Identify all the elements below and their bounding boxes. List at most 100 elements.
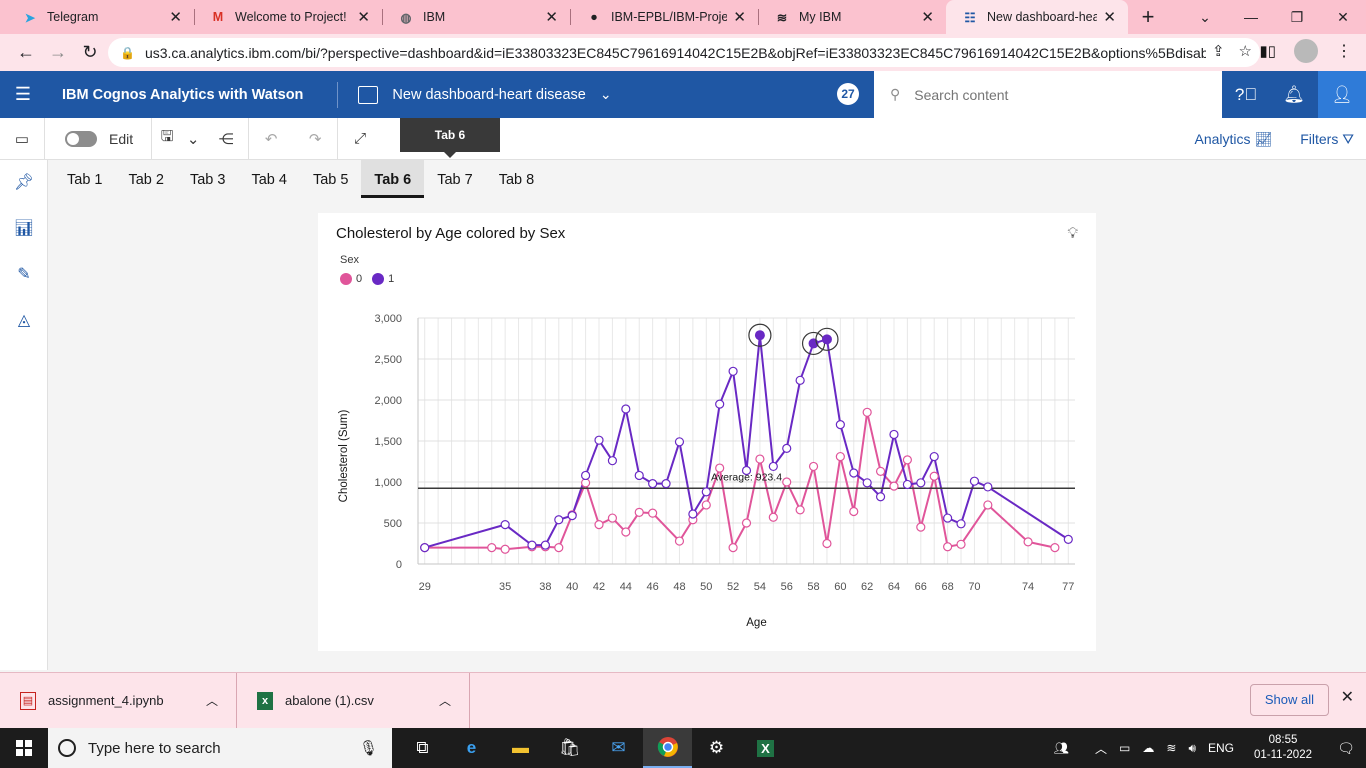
comment-icon[interactable]: ▭ <box>0 130 44 148</box>
back-button[interactable]: ← <box>10 42 42 63</box>
dashboard-tab[interactable]: Tab 2 <box>115 160 176 198</box>
app-header: ☰ IBM Cognos Analytics with Watson New d… <box>0 71 1366 118</box>
chevron-down-icon[interactable]: ⌄ <box>600 86 612 103</box>
data-point-series-0 <box>741 518 752 528</box>
taskbar-search[interactable]: Type here to search 🎙︎ <box>48 728 392 768</box>
side-panel-icon[interactable]: ▮▯ <box>1259 42 1276 60</box>
lock-icon[interactable]: 🔒 <box>120 46 135 60</box>
settings-gear-icon[interactable]: ⚙ <box>692 728 741 768</box>
speaker-icon[interactable]: 🔊︎ <box>1182 741 1202 756</box>
browser-tab[interactable]: M Welcome to Project! D ✕ <box>194 0 382 34</box>
tab-search-icon[interactable]: ⌄ <box>1182 9 1228 26</box>
close-tab-icon[interactable]: ✕ <box>545 8 558 26</box>
x-tick-label: 40 <box>566 581 578 593</box>
dashboard-tab[interactable]: Tab 5 <box>300 160 361 198</box>
battery-icon[interactable]: ▭ <box>1113 741 1136 755</box>
search-box[interactable]: ⚲ <box>874 71 1222 118</box>
close-tab-icon[interactable]: ✕ <box>921 8 934 26</box>
clock[interactable]: 08:55 01-11-2022 <box>1240 733 1326 763</box>
dashboard-tab[interactable]: Tab 8 <box>486 160 547 198</box>
browser-tab[interactable]: ● IBM-EPBL/IBM-Project ✕ <box>570 0 758 34</box>
file-explorer-icon[interactable]: ▬ <box>496 728 545 768</box>
data-point-series-0 <box>768 512 778 522</box>
redo-icon[interactable]: ↷ <box>293 130 337 148</box>
close-tab-icon[interactable]: ✕ <box>357 8 370 26</box>
pin-icon[interactable]: 📌︎ <box>0 160 48 206</box>
browser-tab[interactable]: ➤ Telegram ✕ <box>6 0 194 34</box>
search-input[interactable] <box>914 86 1195 103</box>
hamburger-menu-icon[interactable]: ☰ <box>0 84 46 105</box>
data-point-series-0 <box>916 522 926 532</box>
dashboard-tab[interactable]: Tab 1 <box>54 160 115 198</box>
forward-button[interactable]: → <box>42 42 74 63</box>
profile-avatar[interactable] <box>1294 39 1318 63</box>
share-icon[interactable]: ⇪ <box>1212 42 1225 60</box>
microphone-icon[interactable]: 🎙︎ <box>359 739 378 757</box>
clock-time: 08:55 <box>1268 734 1298 746</box>
edge-icon[interactable]: e <box>447 728 496 768</box>
show-all-downloads-button[interactable]: Show all <box>1249 684 1329 716</box>
close-downloads-icon[interactable]: ✕ <box>1341 687 1354 707</box>
gmail-icon: M <box>212 10 224 24</box>
dashboard-tab[interactable]: Tab 4 <box>238 160 299 198</box>
url-field[interactable]: 🔒 us3.ca.analytics.ibm.com/bi/?perspecti… <box>108 38 1260 67</box>
notification-count-badge[interactable]: 27 <box>837 83 859 105</box>
download-item[interactable]: x abalone (1).csv ︿ <box>237 672 470 729</box>
cloud-icon[interactable]: ☁ <box>1136 741 1160 755</box>
chevron-up-icon[interactable]: ︿ <box>206 692 218 709</box>
dashboard-name[interactable]: New dashboard-heart disease <box>392 87 585 103</box>
browser-tab[interactable]: ◍ IBM ✕ <box>382 0 570 34</box>
close-tab-icon[interactable]: ✕ <box>1103 8 1116 26</box>
browser-tab[interactable]: ☷ New dashboard-heart ✕ <box>946 0 1128 34</box>
filters-button[interactable]: Filters ⛛ <box>1300 131 1354 148</box>
x-tick-label: 42 <box>593 581 605 593</box>
dashboard-tab[interactable]: Tab 3 <box>177 160 238 198</box>
browser-menu-icon[interactable]: ⋮ <box>1336 41 1352 61</box>
user-icon[interactable]: 👤︎ <box>1318 71 1366 118</box>
reload-button[interactable]: ↻ <box>74 42 106 63</box>
task-view-icon[interactable]: ⧉ <box>398 728 447 768</box>
people-icon[interactable]: 👥︎ <box>1048 741 1075 755</box>
fullscreen-icon[interactable]: ⤢ <box>338 130 382 147</box>
chart-widget[interactable]: Cholesterol by Age colored by Sex 💡︎ Sex… <box>318 213 1096 651</box>
notification-center-icon[interactable]: 🗨︎ <box>1326 740 1366 757</box>
help-icon[interactable]: ?⃝ <box>1222 71 1270 118</box>
bookmark-star-icon[interactable]: ☆ <box>1239 42 1252 60</box>
share-icon[interactable]: ⋲ <box>204 130 248 148</box>
x-tick-label: 54 <box>754 581 766 593</box>
save-icon[interactable]: 🖫 <box>152 126 182 151</box>
close-tab-icon[interactable]: ✕ <box>169 8 182 26</box>
x-tick-label: 58 <box>807 581 819 593</box>
close-tab-icon[interactable]: ✕ <box>733 8 746 26</box>
mail-icon[interactable]: ✉ <box>594 728 643 768</box>
data-point-series-1 <box>768 461 778 472</box>
undo-icon[interactable]: ↶ <box>249 130 293 148</box>
language-indicator[interactable]: ENG <box>1202 741 1240 755</box>
chrome-icon[interactable] <box>643 728 692 768</box>
dashboard-tab[interactable]: Tab 6 <box>361 160 425 198</box>
tools-icon[interactable]: ✎ <box>0 252 48 298</box>
excel-icon[interactable]: X <box>741 728 790 768</box>
edit-toggle[interactable] <box>65 130 97 147</box>
start-button[interactable] <box>0 728 48 768</box>
close-window-button[interactable]: ✕ <box>1320 9 1366 26</box>
chevron-up-icon[interactable]: ︿ <box>439 692 451 709</box>
new-tab-button[interactable]: + <box>1128 0 1168 34</box>
chevron-up-icon[interactable]: ︿ <box>1089 740 1113 757</box>
data-point-series-1 <box>849 468 859 478</box>
bell-icon[interactable]: 🔔︎ <box>1270 71 1318 118</box>
download-item[interactable]: ▤ assignment_4.ipynb ︿ <box>0 672 237 729</box>
minimize-button[interactable]: — <box>1228 9 1274 25</box>
dashboard-tab[interactable]: Tab 7 <box>424 160 485 198</box>
save-menu-chevron-icon[interactable]: ⌄ <box>182 130 204 148</box>
data-point-series-0 <box>1050 543 1060 553</box>
browser-tab[interactable]: ≋ My IBM ✕ <box>758 0 946 34</box>
store-icon[interactable]: 🛍︎ <box>545 728 594 768</box>
analytics-button[interactable]: Analytics 📈︎ <box>1195 131 1273 148</box>
data-point-series-1 <box>916 478 926 488</box>
restore-button[interactable]: ❐ <box>1274 9 1320 26</box>
assistant-icon[interactable]: ◬ <box>0 298 48 344</box>
visualizations-icon[interactable]: 📊︎ <box>0 206 48 252</box>
wifi-icon[interactable]: ≋ <box>1160 741 1182 755</box>
data-point-series-1 <box>715 399 725 409</box>
